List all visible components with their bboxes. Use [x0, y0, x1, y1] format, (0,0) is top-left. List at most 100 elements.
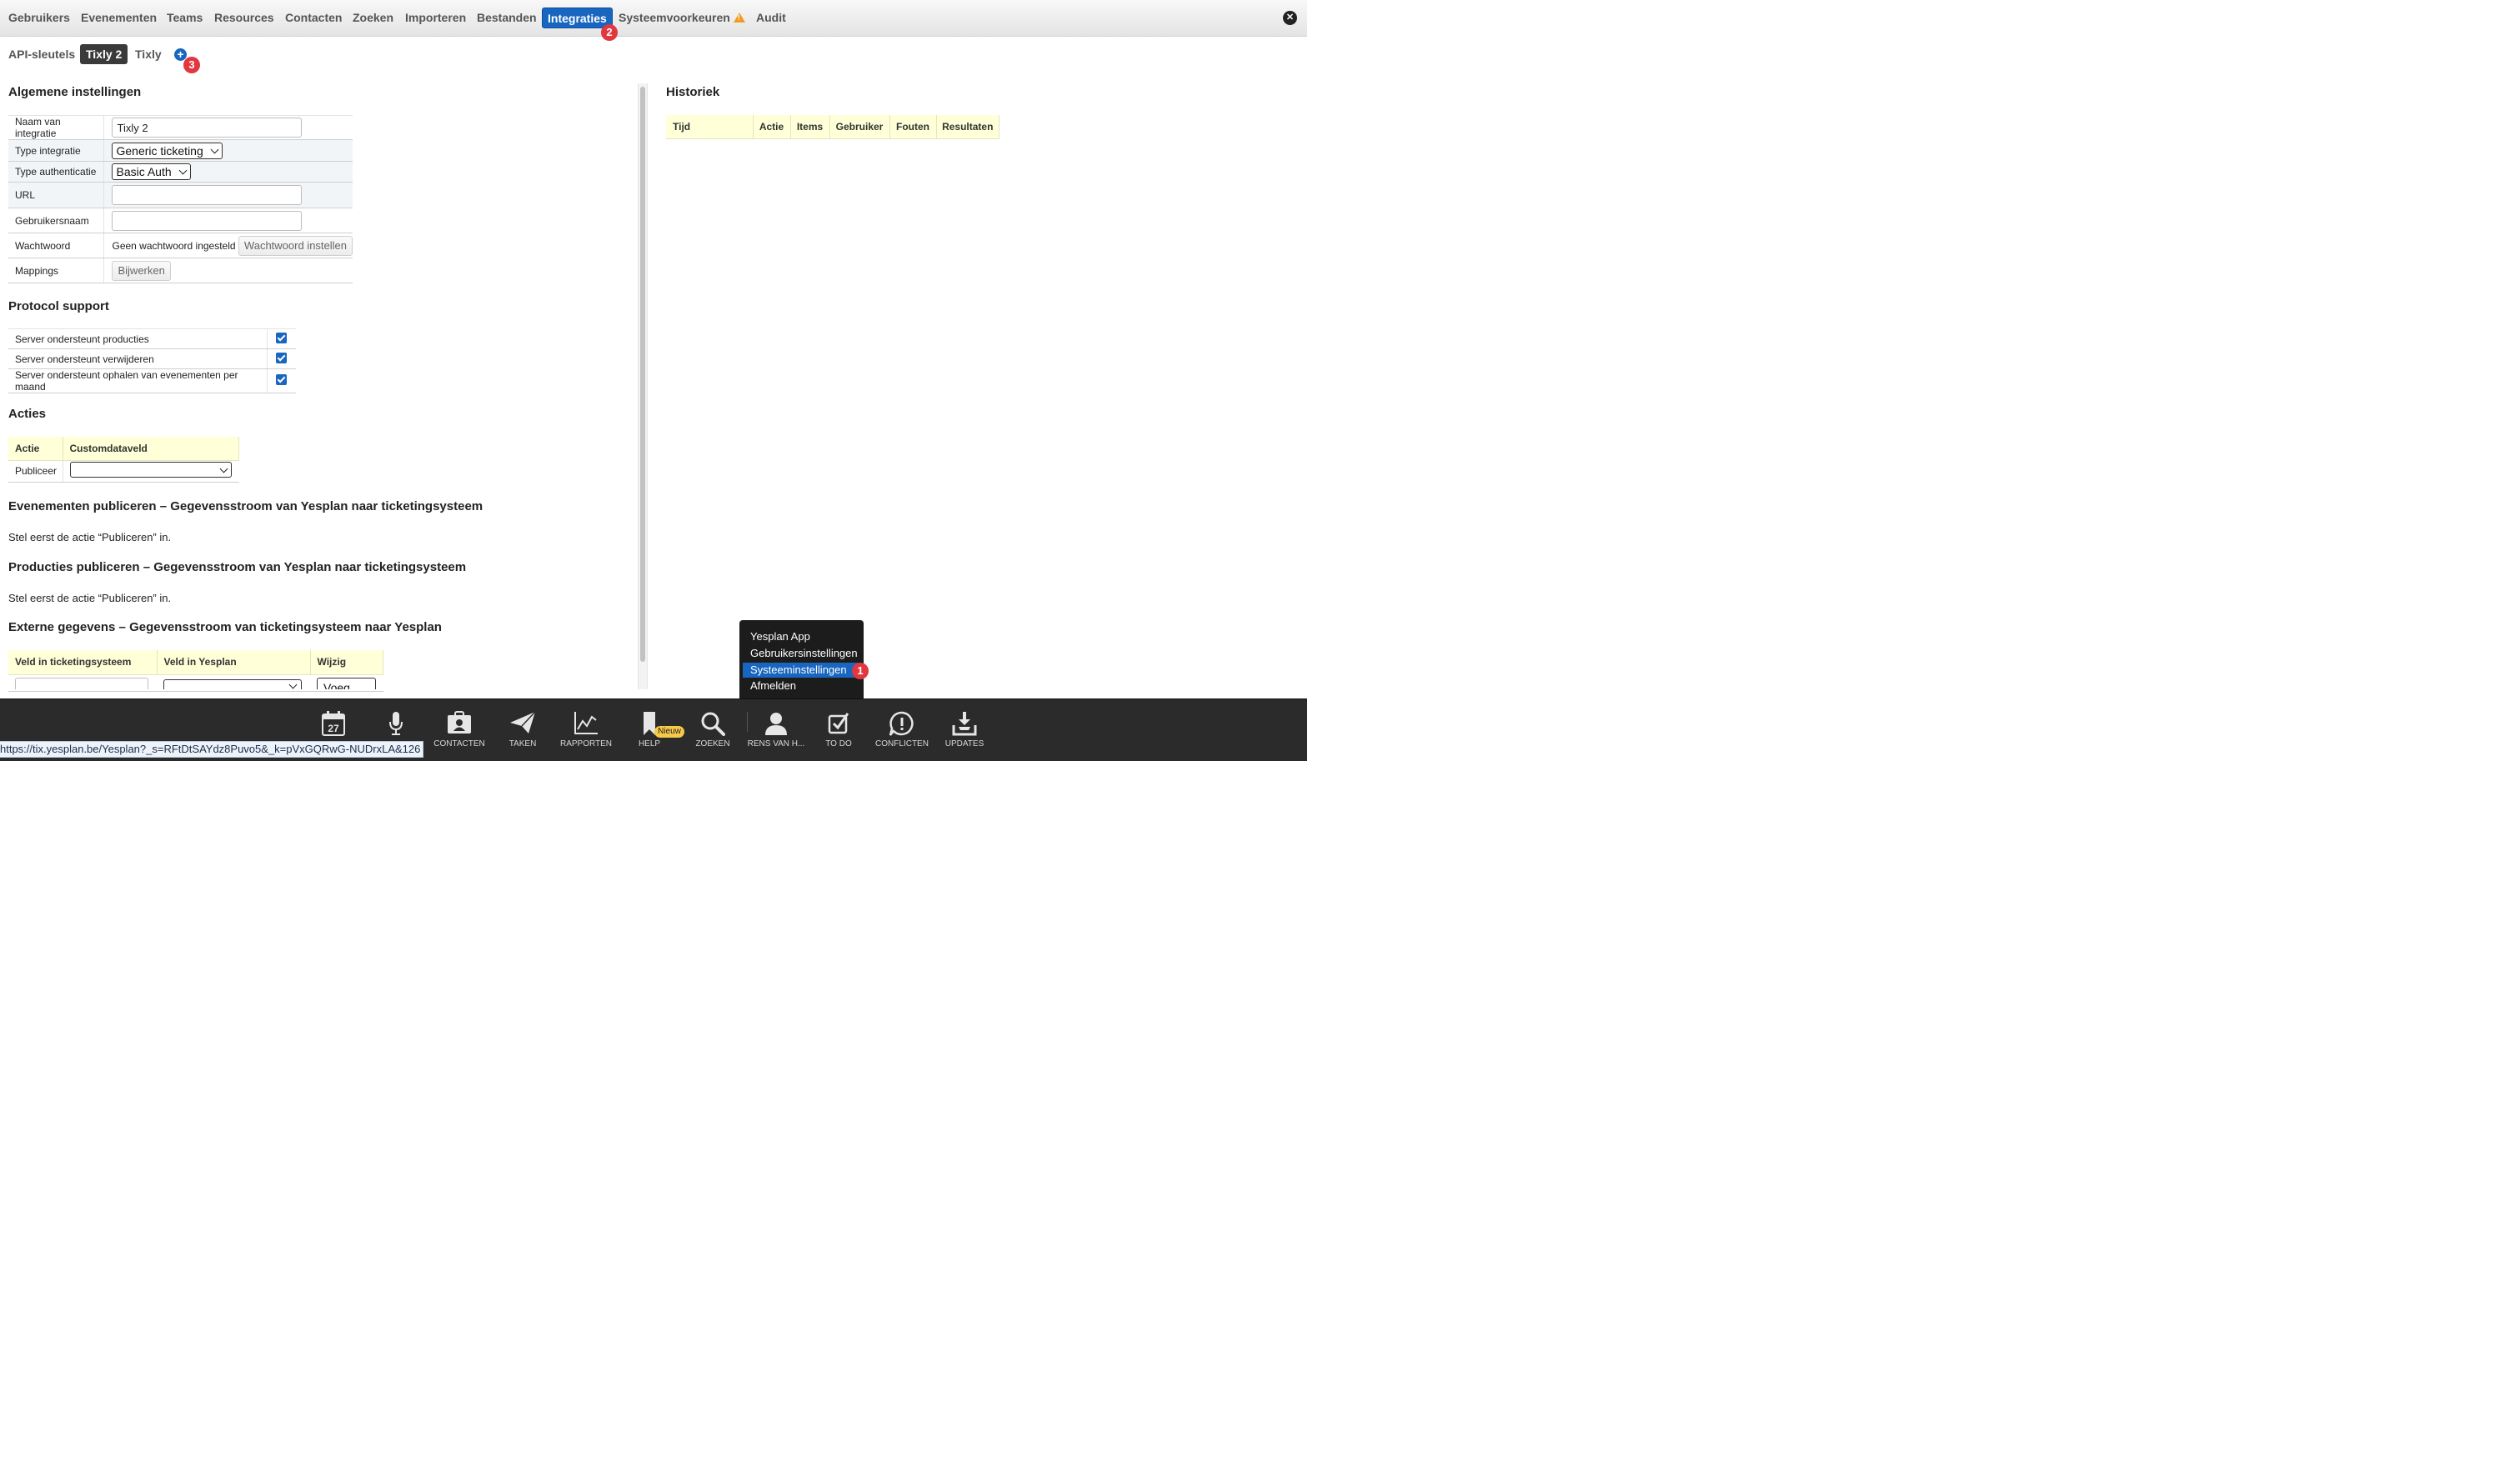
calendar-day: 27 [328, 723, 339, 734]
menu-item-system-settings[interactable]: Systeeminstellingen [743, 663, 860, 678]
status-bar-url: https://tix.yesplan.be/Yesplan?_s=RFtDtS… [0, 741, 423, 758]
username-input[interactable] [112, 210, 303, 231]
dock-user[interactable]: RENS VAN H... [743, 699, 809, 762]
close-icon[interactable]: ✕ [1283, 11, 1297, 25]
history-heading: Historiek [666, 85, 720, 99]
warning-icon [733, 13, 745, 23]
label-url: URL [8, 182, 105, 208]
nav-resources[interactable]: Resources [209, 8, 279, 28]
chevron-down-icon [210, 145, 219, 153]
tab-tixly[interactable]: Tixly [129, 44, 168, 64]
productions-publish-text: Stel eerst de actie “Publiceren” in. [8, 592, 172, 604]
dock-updates[interactable]: UPDATES [931, 699, 998, 762]
protocol-label-monthly: Server ondersteunt ophalen van evenement… [8, 368, 268, 393]
nav-evenementen[interactable]: Evenementen [76, 8, 162, 28]
row-username: Gebruikersnaam [8, 208, 353, 233]
external-new-row: Voeg toe [8, 673, 383, 692]
external-data-table: Veld in ticketingsysteem Veld in Yesplan… [8, 650, 383, 692]
history-table: Tijd Actie Items Gebruiker Fouten Result… [666, 115, 999, 139]
col-edit: Wijzig [310, 650, 383, 675]
dock-user-label: RENS VAN H... [747, 739, 805, 749]
col-ticketing-field: Veld in ticketingsysteem [8, 650, 158, 675]
help-new-badge: Nieuw [654, 726, 684, 738]
user-icon [765, 713, 787, 735]
step-badge-2: 2 [601, 24, 618, 41]
menu-item-user-settings[interactable]: Gebruikersinstellingen [743, 646, 860, 661]
ticketing-field-input[interactable] [15, 677, 148, 689]
integration-type-value: Generic ticketing [116, 143, 203, 158]
col-user: Gebruiker [829, 115, 890, 139]
col-errors: Fouten [889, 115, 937, 139]
row-name: Naam van integratie [8, 115, 353, 140]
auth-type-select[interactable]: Basic Auth [112, 163, 191, 180]
label-password: Wachtwoord [8, 233, 105, 258]
nav-integraties[interactable]: Integraties [542, 8, 613, 28]
chart-icon [574, 712, 598, 734]
col-items: Items [790, 115, 830, 139]
col-results: Resultaten [936, 115, 999, 139]
integration-type-select[interactable]: Generic ticketing [112, 142, 223, 159]
url-input[interactable] [112, 185, 303, 205]
add-mapping-button[interactable]: Voeg toe [317, 677, 376, 689]
dock-contacts-label: CONTACTEN [433, 739, 485, 749]
dock-contacts[interactable]: CONTACTEN [426, 699, 493, 762]
top-navigation: Gebruikers Evenementen Teams Resources C… [0, 0, 1307, 37]
search-icon [701, 712, 725, 736]
protocol-row-monthly: Server ondersteunt ophalen van evenement… [8, 368, 296, 393]
row-password: Wachtwoord Geen wachtwoord ingesteld Wac… [8, 233, 353, 258]
paper-plane-icon [510, 711, 536, 734]
col-customdata: Customdataveld [63, 437, 239, 461]
menu-item-logout[interactable]: Afmelden [743, 678, 860, 693]
protocol-row-productions: Server ondersteunt producties [8, 328, 296, 349]
protocol-support-heading: Protocol support [8, 299, 109, 313]
nav-teams[interactable]: Teams [162, 8, 208, 28]
dock-search[interactable]: ZOEKEN [679, 699, 746, 762]
dock-tasks[interactable]: TAKEN [489, 699, 556, 762]
tab-tixly-2[interactable]: Tixly 2 [80, 44, 128, 64]
actions-heading: Acties [8, 407, 47, 421]
checkbox-productions[interactable] [276, 332, 288, 343]
nav-importeren[interactable]: Importeren [400, 8, 471, 28]
label-type: Type integratie [8, 139, 105, 162]
password-status: Geen wachtwoord ingesteld [112, 239, 236, 252]
scrollbar-thumb[interactable] [640, 87, 645, 662]
row-mappings: Mappings Bijwerken [8, 258, 353, 283]
dock-conflicts-label: CONFLICTEN [875, 739, 929, 749]
general-settings-heading: Algemene instellingen [8, 85, 142, 99]
col-action: Actie [8, 437, 63, 461]
col-history-action: Actie [753, 115, 791, 139]
microphone-icon [389, 712, 403, 735]
tab-api-sleutels[interactable]: API-sleutels [3, 44, 81, 64]
update-mappings-button[interactable]: Bijwerken [112, 260, 171, 281]
row-url: URL [8, 182, 353, 208]
row-auth: Type authenticatie Basic Auth [8, 161, 353, 183]
scrollbar[interactable] [638, 83, 648, 689]
checkbox-delete[interactable] [276, 352, 288, 363]
dock-reports[interactable]: RAPPORTEN [553, 699, 619, 762]
inbox-download-icon [952, 712, 977, 736]
yesplan-field-select[interactable] [163, 678, 302, 689]
set-password-button[interactable]: Wachtwoord instellen [238, 235, 353, 256]
integration-name-input[interactable] [112, 118, 303, 138]
customdata-select[interactable] [69, 462, 232, 478]
action-publish-label: Publiceer [8, 459, 63, 483]
menu-item-yesplan-app[interactable]: Yesplan App [743, 629, 860, 644]
nav-contacten[interactable]: Contacten [280, 8, 347, 28]
nav-audit[interactable]: Audit [751, 8, 791, 28]
chevron-down-icon [219, 464, 228, 473]
nav-systeemvoorkeuren-label: Systeemvoorkeuren [619, 11, 730, 24]
nav-bestanden[interactable]: Bestanden [472, 8, 542, 28]
calendar-icon: 27 [322, 711, 345, 736]
nav-systeemvoorkeuren[interactable]: Systeemvoorkeuren [614, 8, 750, 28]
checkbox-monthly[interactable] [276, 374, 288, 385]
nav-gebruikers[interactable]: Gebruikers [3, 8, 75, 28]
nav-zoeken[interactable]: Zoeken [348, 8, 398, 28]
actions-table: Actie Customdataveld Publiceer [8, 437, 239, 483]
step-badge-3: 3 [183, 57, 200, 73]
dock-todo[interactable]: TO DO [805, 699, 872, 762]
label-mappings: Mappings [8, 258, 105, 283]
productions-publish-heading: Producties publiceren – Gegevensstroom v… [8, 560, 467, 574]
dock-separator [747, 712, 748, 732]
dock-todo-label: TO DO [825, 739, 852, 749]
dock-conflicts[interactable]: CONFLICTEN [869, 699, 935, 762]
